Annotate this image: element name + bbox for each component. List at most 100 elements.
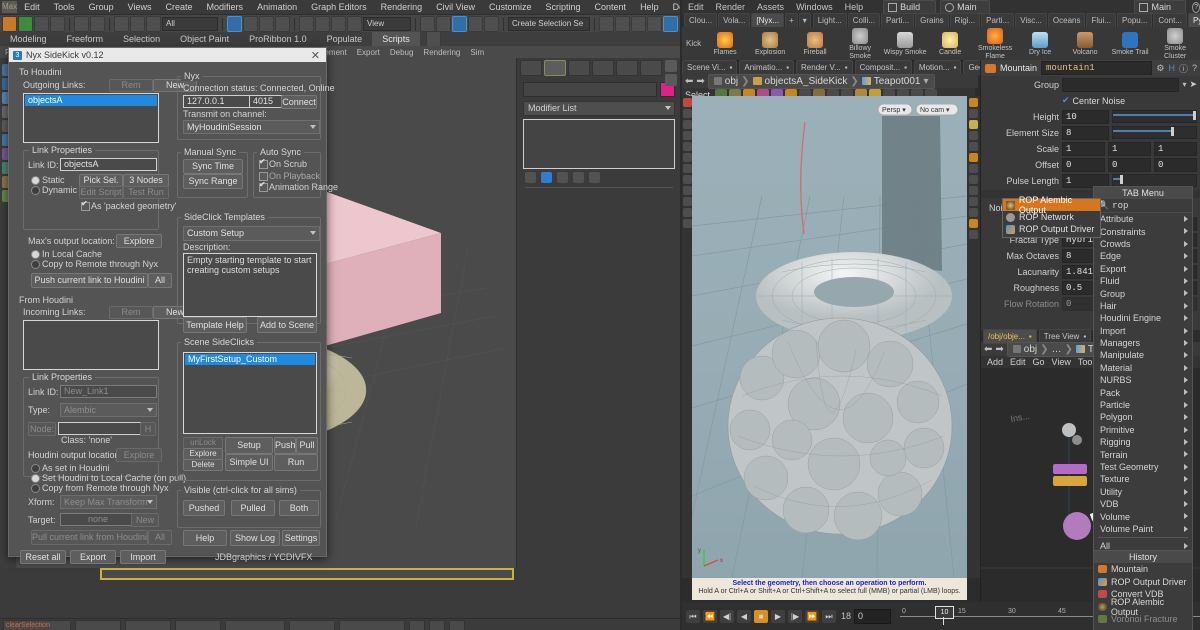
- tab-menu-item-hair[interactable]: Hair: [1094, 300, 1192, 312]
- on-scrub-checkbox[interactable]: [259, 157, 268, 169]
- target-field[interactable]: none: [60, 513, 133, 526]
- shelf-item-fireball[interactable]: Fireball: [793, 31, 837, 57]
- shelf-tab-nyx[interactable]: [Nyx...: [751, 13, 785, 28]
- shelf-item-wispy-smoke[interactable]: Wispy Smoke: [883, 31, 927, 57]
- history-item-rop-alembic-output[interactable]: ROP Alembic Output: [1094, 597, 1192, 617]
- pane-tab-menu-icon[interactable]: ▪: [954, 62, 957, 73]
- shelf-item-explosion[interactable]: Explosion: [748, 31, 792, 57]
- tab-menu-item-primitive[interactable]: Primitive: [1094, 424, 1192, 436]
- menu-item-help[interactable]: Help: [839, 2, 870, 12]
- shelf-item-volcano[interactable]: Volcano: [1063, 31, 1107, 57]
- shelf-tab-clouds[interactable]: Clou...: [684, 13, 718, 28]
- next-key-icon[interactable]: ⏩: [805, 609, 819, 623]
- animation-range-checkbox[interactable]: [259, 180, 268, 192]
- pin-stack-icon[interactable]: [525, 172, 536, 183]
- target-new-button[interactable]: New: [131, 513, 159, 527]
- tab-menu-popup[interactable]: TAB Menu 🔍 rop Attribute Constraints Cro…: [1093, 186, 1193, 574]
- tab-menu-item-vdb[interactable]: VDB: [1094, 498, 1192, 510]
- houdini-3d-viewport[interactable]: y x Persp ▾ No cam ▾: [692, 96, 967, 578]
- motion-tab-icon[interactable]: [592, 60, 614, 76]
- tab-menu-item-pack[interactable]: Pack: [1094, 386, 1192, 398]
- shelf-tab-populate[interactable]: Popu...: [1117, 13, 1153, 28]
- gear-icon[interactable]: ⚙: [1156, 63, 1164, 74]
- menu-item-create[interactable]: Create: [159, 2, 200, 12]
- breadcrumb-sidekick[interactable]: objectsA_SideKick: [765, 76, 848, 87]
- ribbon-overflow-icon[interactable]: [425, 31, 441, 47]
- rop-node-dropdown[interactable]: ROP Alembic Output ROP Network ROP Outpu…: [1002, 195, 1101, 238]
- question-icon[interactable]: ?: [1192, 63, 1197, 73]
- reference-coord-dropdown[interactable]: View: [363, 17, 411, 31]
- reflection-icon[interactable]: [969, 197, 978, 206]
- host-field[interactable]: 127.0.0.1: [183, 95, 250, 108]
- in-local-cache-radio[interactable]: [31, 250, 40, 259]
- range-start-field[interactable]: 0: [854, 608, 892, 624]
- copy-from-remote-radio[interactable]: [31, 484, 40, 493]
- houdini-explore-button[interactable]: Explore: [116, 448, 162, 462]
- angle-snap-icon[interactable]: [452, 16, 467, 32]
- history-item-mountain[interactable]: Mountain: [1094, 563, 1192, 576]
- template-help-button[interactable]: Template Help: [183, 317, 247, 333]
- chevron-down-icon[interactable]: ▾: [923, 76, 928, 87]
- current-frame-label[interactable]: 18: [839, 611, 851, 621]
- shelf-tab-grains[interactable]: Grains: [915, 13, 949, 28]
- select-region-icon[interactable]: [243, 16, 258, 32]
- edit-script-button[interactable]: Edit Script: [79, 186, 123, 199]
- incoming-rem-button[interactable]: Rem: [109, 306, 153, 319]
- link-icon[interactable]: [34, 16, 49, 32]
- copy-to-remote-radio[interactable]: [31, 260, 40, 269]
- shelf-overflow-icon[interactable]: ▾: [798, 13, 811, 28]
- modify-tab-icon[interactable]: [544, 60, 566, 76]
- sideclick-push-button[interactable]: Push: [274, 437, 296, 454]
- placement-tool-icon[interactable]: [347, 16, 362, 32]
- ribbon-tab-populate[interactable]: Populate: [317, 32, 373, 46]
- bind-to-space-warp-icon[interactable]: [146, 16, 161, 32]
- tab-menu-history-popup[interactable]: History Mountain ROP Output Driver Conve…: [1093, 550, 1193, 630]
- breadcrumb-obj[interactable]: obj: [725, 76, 738, 87]
- goto-start-icon[interactable]: ⏮: [686, 609, 700, 623]
- height-value[interactable]: 10: [1062, 109, 1109, 124]
- key-filter-dropdown[interactable]: [339, 619, 405, 630]
- goto-end-icon[interactable]: ⏭: [822, 609, 836, 623]
- undo-icon[interactable]: [74, 16, 89, 32]
- subtab-debug[interactable]: Debug: [385, 48, 419, 57]
- pull-current-link-button[interactable]: Pull current link from Houdini: [31, 530, 148, 545]
- sync-range-button[interactable]: Sync Range: [183, 174, 243, 189]
- tab-menu-icon[interactable]: ▪: [1029, 331, 1032, 342]
- light-icon[interactable]: [969, 153, 978, 162]
- help-icon[interactable]: ?: [1192, 1, 1200, 13]
- percent-snap-icon[interactable]: [468, 16, 483, 32]
- unlink-icon[interactable]: [50, 16, 65, 32]
- tab-menu-search-value[interactable]: rop: [1112, 201, 1128, 211]
- scale-y[interactable]: 1: [1108, 141, 1151, 156]
- pane-tab-compositing[interactable]: Composit... ▪: [854, 60, 912, 75]
- outgoing-rem-button[interactable]: Rem: [109, 79, 153, 92]
- snapping-icon[interactable]: [969, 109, 978, 118]
- tab-menu-item-rigging[interactable]: Rigging: [1094, 436, 1192, 448]
- align-icon[interactable]: [615, 16, 630, 32]
- hierarchy-tab-icon[interactable]: [568, 60, 590, 76]
- select-rotate-icon[interactable]: [315, 16, 330, 32]
- menu-item-help[interactable]: Help: [633, 2, 666, 12]
- tab-menu-item-edge[interactable]: Edge: [1094, 250, 1192, 262]
- template-description[interactable]: Empty starting template to start creatin…: [183, 253, 317, 317]
- pane-tab-render-view[interactable]: Render V... ▪: [796, 60, 853, 75]
- simple-ui-button[interactable]: Simple UI: [225, 454, 273, 471]
- material-editor-icon[interactable]: [663, 16, 678, 32]
- breadcrumb[interactable]: obj ❯ objectsA_SideKick ❯ Teapot001 ▾: [707, 73, 935, 89]
- in-node-button[interactable]: Node:: [28, 422, 56, 436]
- node-name-field[interactable]: mountain1: [1041, 61, 1153, 75]
- point-markers-icon[interactable]: [682, 186, 692, 195]
- menu-item-tools[interactable]: Tools: [47, 2, 82, 12]
- lock-icon[interactable]: [969, 120, 978, 129]
- grid-toggle-icon[interactable]: [969, 219, 978, 228]
- sideclick-pull-button[interactable]: Pull: [296, 437, 318, 454]
- back-icon[interactable]: ⬅: [685, 76, 693, 87]
- tab-menu-item-terrain[interactable]: Terrain: [1094, 448, 1192, 460]
- remove-modifier-icon[interactable]: [573, 172, 584, 183]
- prev-key-icon[interactable]: ⏪: [703, 609, 717, 623]
- shelf-tab-particles[interactable]: Parti...: [880, 13, 915, 28]
- playbar-playhead[interactable]: [943, 617, 945, 625]
- construction-plane-icon[interactable]: [969, 142, 978, 151]
- select-arrow-icon[interactable]: ➤: [1189, 79, 1197, 90]
- build-selector[interactable]: Build: [883, 0, 937, 14]
